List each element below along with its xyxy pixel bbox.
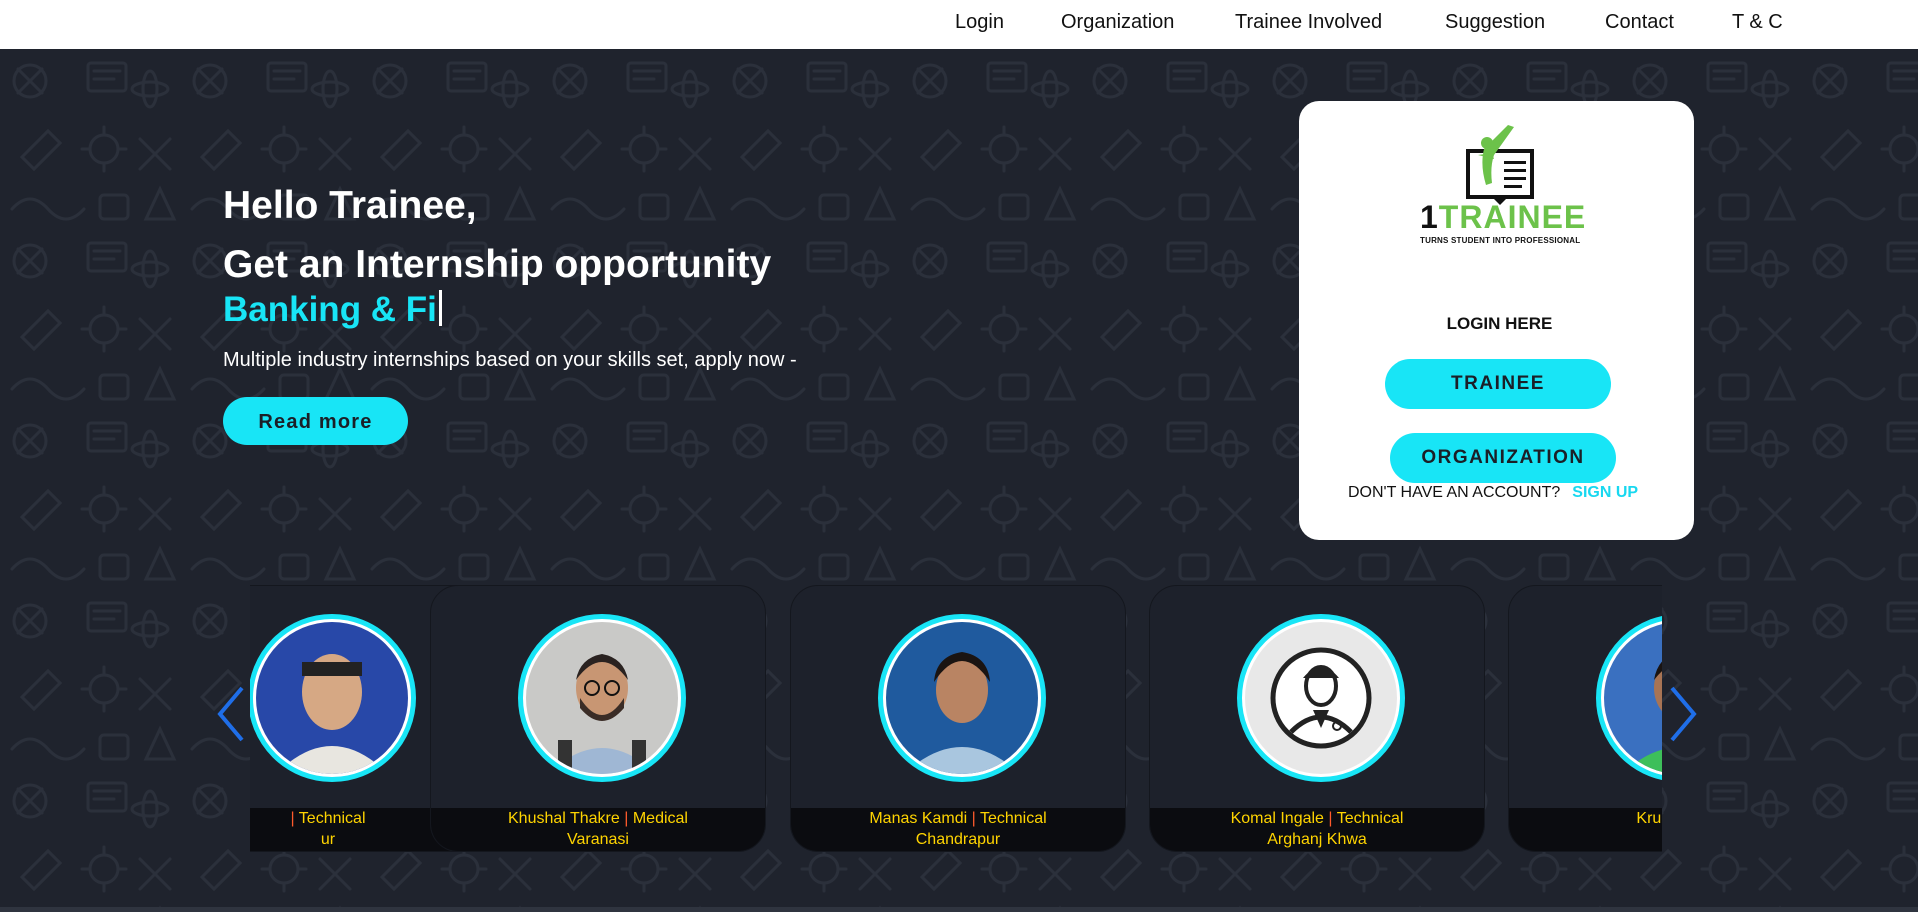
- hero-greeting: Hello Trainee,: [223, 184, 477, 227]
- trainee-city: Varanasi: [567, 831, 629, 848]
- trainee-card[interactable]: Krunal Kop Na: [1508, 585, 1662, 852]
- signup-link[interactable]: SIGN UP: [1572, 484, 1638, 501]
- site-logo: 1TRAINEE TURNS STUDENT INTO PROFESSIONAL: [1420, 119, 1587, 245]
- trainee-photo-frame: [1237, 614, 1405, 782]
- hero-headline: Get an Internship opportunity: [223, 243, 772, 286]
- trainee-city: ur: [320, 831, 336, 848]
- trainee-photo-frame: [250, 614, 416, 782]
- trainee-caption: Krunal Kop Na: [1509, 808, 1662, 851]
- hero-subtitle: Multiple industry internships based on y…: [223, 349, 797, 371]
- bottom-divider: [0, 907, 1918, 912]
- carousel-prev-button[interactable]: [210, 684, 250, 744]
- logo-wordmark: 1TRAINEE: [1420, 199, 1587, 235]
- read-more-button[interactable]: Read more: [223, 397, 408, 445]
- trainee-caption: Komal Ingale | Technical Arghanj Khwa: [1150, 808, 1484, 851]
- signup-row: DON'T HAVE AN ACCOUNT? SIGN UP: [1348, 484, 1638, 502]
- top-navbar: Login Organization Trainee Involved Sugg…: [0, 0, 1918, 49]
- nav-terms[interactable]: T & C: [1732, 11, 1783, 34]
- trainee-photo: [1604, 622, 1662, 774]
- trainee-photo-frame: [878, 614, 1046, 782]
- trainee-login-button[interactable]: TRAINEE: [1385, 359, 1611, 409]
- trainee-field: Technical: [979, 810, 1047, 827]
- trainee-photo-frame: [518, 614, 686, 782]
- trainee-field: Technical: [298, 810, 366, 827]
- trainee-name: Khushal Thakre: [508, 810, 620, 827]
- trainee-name: Komal Ingale: [1230, 810, 1324, 827]
- caption-separator: |: [971, 810, 976, 827]
- trainee-photo: [526, 622, 678, 774]
- trainee-card[interactable]: Manas Kamdi | Technical Chandrapur: [790, 585, 1126, 852]
- nav-login[interactable]: Login: [955, 11, 1004, 34]
- trainee-field: Technical: [1336, 810, 1404, 827]
- logo-tagline: TURNS STUDENT INTO PROFESSIONAL: [1420, 236, 1581, 245]
- hero-typed-text: Banking & Fi: [223, 290, 437, 329]
- typing-caret: [438, 290, 442, 326]
- logo-book-icon: [1466, 125, 1534, 205]
- trainee-field: Medical: [632, 810, 688, 827]
- doctor-avatar-icon: [1245, 622, 1397, 774]
- chevron-left-icon: [217, 686, 244, 742]
- trainee-photo: [886, 622, 1038, 774]
- caption-separator: |: [290, 810, 295, 827]
- trainee-card[interactable]: Komal Ingale | Technical Arghanj Khwa: [1149, 585, 1485, 852]
- trainee-name: Manas Kamdi: [869, 810, 968, 827]
- trainee-card[interactable]: Khushal Thakre | Medical Varanasi: [430, 585, 766, 852]
- login-card: 1TRAINEE TURNS STUDENT INTO PROFESSIONAL…: [1299, 101, 1694, 540]
- no-account-text: DON'T HAVE AN ACCOUNT?: [1348, 484, 1561, 501]
- nav-contact[interactable]: Contact: [1605, 11, 1674, 34]
- login-title: LOGIN HERE: [1446, 314, 1553, 333]
- trainee-carousel: | Technical ur Khushal Thakre | Medical …: [250, 535, 1662, 875]
- chevron-right-icon: [1670, 686, 1697, 742]
- nav-organization[interactable]: Organization: [1061, 11, 1174, 34]
- nav-suggestion[interactable]: Suggestion: [1445, 11, 1545, 34]
- nav-trainee-involved[interactable]: Trainee Involved: [1235, 11, 1382, 34]
- trainee-caption: Manas Kamdi | Technical Chandrapur: [791, 808, 1125, 851]
- carousel-next-button[interactable]: [1664, 684, 1704, 744]
- caption-separator: |: [1328, 810, 1333, 827]
- trainee-photo: [256, 622, 408, 774]
- caption-separator: |: [624, 810, 629, 827]
- trainee-city: Chandrapur: [915, 831, 1001, 848]
- trainee-city: Arghanj Khwa: [1267, 831, 1367, 848]
- organization-login-button[interactable]: ORGANIZATION: [1390, 433, 1616, 483]
- trainee-caption: Khushal Thakre | Medical Varanasi: [431, 808, 765, 851]
- trainee-photo-frame: [1596, 614, 1662, 782]
- hero-typed-text-container: Banking & Fi: [223, 290, 442, 330]
- trainee-name: Krunal Kop: [1636, 810, 1662, 827]
